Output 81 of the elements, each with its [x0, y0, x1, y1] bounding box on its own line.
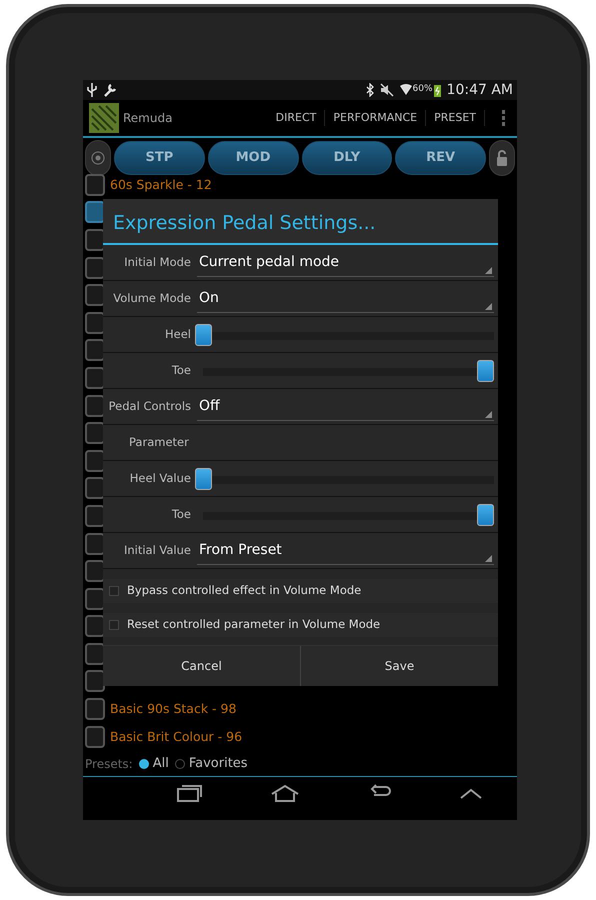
dropdown[interactable]: On [197, 284, 494, 312]
filter-radio[interactable]: All [138, 754, 169, 774]
action-tab[interactable]: DIRECT [268, 110, 326, 126]
slider[interactable] [203, 360, 494, 382]
effect-button[interactable]: REV [395, 141, 486, 175]
preset-checkbox[interactable] [85, 726, 105, 748]
padlock-icon [496, 149, 508, 167]
chevron-up-icon[interactable] [459, 786, 484, 800]
preset-checkbox[interactable] [85, 642, 105, 665]
preset-checkbox[interactable] [85, 698, 105, 720]
preset-name[interactable]: Basic Brit Colour - 96 [110, 730, 242, 744]
lock-button[interactable] [489, 140, 515, 176]
dialog-title: Expression Pedal Settings... [103, 199, 498, 245]
filter-radio[interactable]: Favorites [174, 754, 248, 774]
field-label: Initial Value [122, 542, 192, 559]
slider[interactable] [195, 324, 494, 346]
preset-checkbox[interactable] [85, 670, 105, 692]
slider[interactable] [203, 504, 494, 526]
dropdown-arrow-icon [485, 554, 492, 562]
preset-checkbox[interactable] [85, 284, 105, 306]
field-label: Volume Mode [112, 290, 192, 307]
filter-label: Presets: [85, 756, 133, 772]
preset-checkbox[interactable] [85, 477, 105, 500]
target-button[interactable] [85, 140, 111, 176]
recent-apps-icon[interactable] [176, 784, 203, 802]
field-label: Toe [170, 506, 192, 523]
preset-checkbox[interactable] [85, 228, 105, 251]
muted-speaker-icon [380, 83, 394, 97]
action-tab[interactable]: PRESET [426, 110, 485, 126]
preset-checkbox[interactable] [85, 422, 105, 444]
slider-thumb[interactable] [195, 468, 212, 490]
field-label: Pedal Controls [108, 398, 192, 415]
field-label: Heel [164, 326, 192, 343]
slider-thumb[interactable] [477, 504, 494, 526]
field-label: Heel Value [128, 470, 192, 487]
preset-checkbox[interactable] [85, 450, 105, 472]
effect-button[interactable]: DLY [302, 141, 392, 175]
preset-checkbox[interactable] [85, 339, 105, 362]
preset-checkbox[interactable] [85, 560, 105, 582]
checkbox-option[interactable]: Bypass controlled effect in Volume Mode [103, 579, 498, 603]
field-label: Initial Mode [123, 254, 192, 271]
app-logo-icon [89, 103, 119, 133]
preset-checkbox[interactable] [85, 174, 105, 196]
checkbox-option[interactable]: Reset controlled parameter in Volume Mode [103, 613, 498, 637]
effect-button[interactable]: STP [114, 141, 205, 175]
wrench-icon [103, 83, 117, 97]
preset-checkbox[interactable] [85, 615, 105, 638]
target-icon [90, 150, 106, 166]
preset-checkbox[interactable] [85, 312, 105, 334]
dropdown-arrow-icon [485, 266, 492, 274]
preset-checkbox[interactable] [85, 201, 105, 224]
wifi-icon [400, 84, 412, 96]
dialog-button[interactable]: Cancel [103, 646, 300, 686]
dropdown[interactable]: Off [197, 392, 494, 420]
preset-checkbox[interactable] [85, 588, 105, 610]
preset-name[interactable]: 60s Sparkle - 12 [110, 178, 212, 192]
preset-name[interactable]: Basic 90s Stack - 98 [110, 702, 236, 716]
dropdown-arrow-icon [485, 410, 492, 418]
field-label: Parameter [128, 434, 190, 451]
clock-time: 10:47 AM [446, 80, 513, 100]
field-label: Toe [170, 362, 192, 379]
preset-checkbox[interactable] [85, 532, 105, 555]
preset-checkbox[interactable] [85, 256, 105, 279]
slider-thumb[interactable] [195, 324, 212, 346]
dropdown-arrow-icon [485, 302, 492, 310]
dialog-button[interactable]: Save [300, 646, 498, 686]
slider-thumb[interactable] [477, 360, 494, 382]
dropdown[interactable]: From Preset [197, 536, 494, 564]
app-title: Remuda [123, 110, 174, 127]
dropdown[interactable]: Current pedal mode [197, 248, 494, 276]
slider[interactable] [195, 468, 494, 490]
action-tab[interactable]: PERFORMANCE [325, 110, 426, 126]
usb-icon [87, 83, 97, 97]
battery-percent: 60% [412, 83, 433, 96]
battery-icon [434, 84, 441, 96]
bluetooth-icon [366, 83, 374, 97]
preset-checkbox[interactable] [85, 366, 105, 389]
home-icon[interactable] [270, 784, 300, 802]
preset-checkbox[interactable] [85, 504, 105, 527]
preset-checkbox[interactable] [85, 394, 105, 417]
effect-button[interactable]: MOD [208, 141, 298, 175]
